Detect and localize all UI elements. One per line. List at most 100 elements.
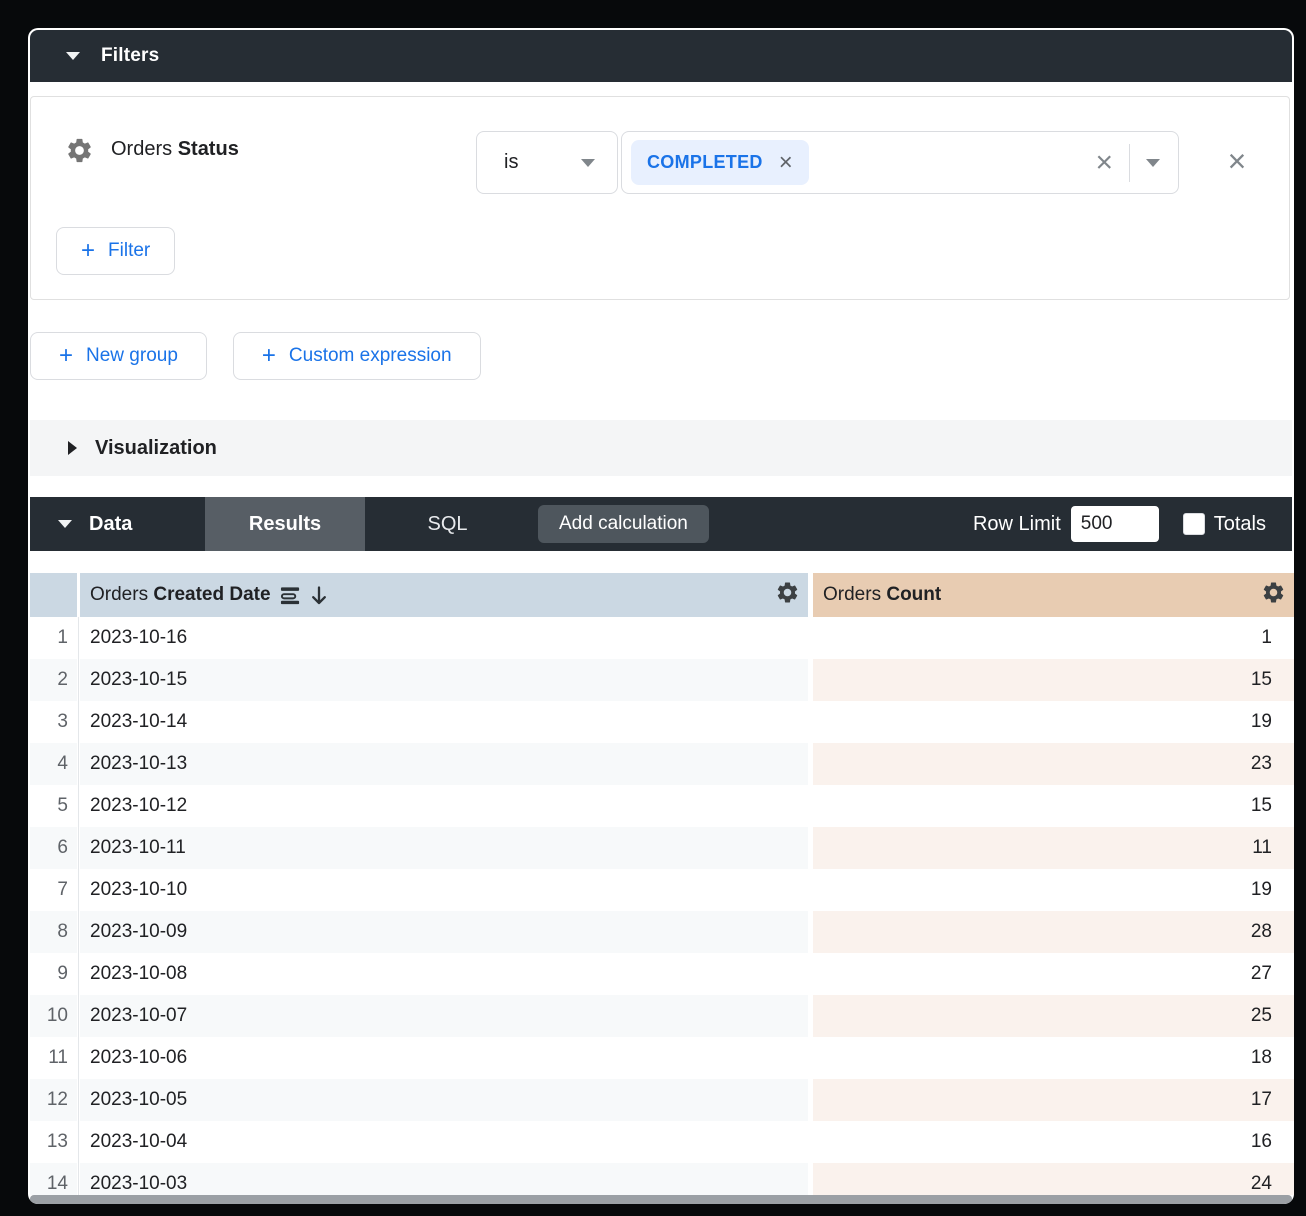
cell-count[interactable]: 1 <box>813 617 1294 659</box>
column-gear-icon[interactable] <box>1261 580 1286 610</box>
cell-count[interactable]: 19 <box>813 701 1294 743</box>
column-header-orders-count[interactable]: Orders Count <box>813 573 1294 617</box>
cell-count[interactable]: 17 <box>813 1079 1294 1121</box>
remove-filter-button[interactable]: × <box>1220 144 1254 178</box>
row-number: 9 <box>30 953 77 995</box>
row-limit-input[interactable] <box>1071 506 1159 542</box>
table-row: 12 2023-10-05 17 <box>30 1079 1294 1121</box>
table-row: 10 2023-10-07 25 <box>30 995 1294 1037</box>
filter-value-chip-label: COMPLETED <box>647 152 763 173</box>
cell-count[interactable]: 27 <box>813 953 1294 995</box>
table-row: 8 2023-10-09 28 <box>30 911 1294 953</box>
row-number: 2 <box>30 659 77 701</box>
new-group-button[interactable]: + New group <box>30 332 207 380</box>
row-number: 3 <box>30 701 77 743</box>
row-number: 4 <box>30 743 77 785</box>
column-label: Orders Count <box>823 584 941 606</box>
filter-operator-select[interactable]: is <box>476 131 618 194</box>
clear-values-icon[interactable]: × <box>1095 148 1113 178</box>
table-row: 7 2023-10-10 19 <box>30 869 1294 911</box>
filters-section-header[interactable]: Filters <box>30 30 1292 82</box>
row-number: 12 <box>30 1079 77 1121</box>
cell-count[interactable]: 25 <box>813 995 1294 1037</box>
column-gear-icon[interactable] <box>775 580 800 610</box>
cell-date[interactable]: 2023-10-04 <box>80 1121 808 1163</box>
filter-value-chip[interactable]: COMPLETED × <box>631 140 809 185</box>
cell-count[interactable]: 24 <box>813 1163 1294 1195</box>
column-divider <box>77 1037 80 1079</box>
chip-remove-icon[interactable]: × <box>779 151 793 175</box>
plus-icon: + <box>262 344 276 368</box>
column-divider <box>77 911 80 953</box>
column-divider <box>77 953 80 995</box>
cell-count[interactable]: 15 <box>813 659 1294 701</box>
cell-date[interactable]: 2023-10-13 <box>80 743 808 785</box>
explore-page: Filters Orders Status is COMPLETED × × <box>28 28 1294 1204</box>
column-divider <box>77 995 80 1037</box>
table-row: 13 2023-10-04 16 <box>30 1121 1294 1163</box>
cell-count[interactable]: 28 <box>813 911 1294 953</box>
cell-count[interactable]: 19 <box>813 869 1294 911</box>
cell-date[interactable]: 2023-10-07 <box>80 995 808 1037</box>
custom-expression-button[interactable]: + Custom expression <box>233 332 481 380</box>
cell-count[interactable]: 15 <box>813 785 1294 827</box>
column-divider <box>77 1079 80 1121</box>
cell-count[interactable]: 23 <box>813 743 1294 785</box>
row-number: 10 <box>30 995 77 1037</box>
row-number: 1 <box>30 617 77 659</box>
value-dropdown-caret-icon[interactable] <box>1146 159 1160 167</box>
row-number-column-header <box>30 573 77 617</box>
add-calculation-button[interactable]: Add calculation <box>538 505 709 543</box>
cell-date[interactable]: 2023-10-15 <box>80 659 808 701</box>
column-divider <box>77 743 80 785</box>
tab-results[interactable]: Results <box>205 497 365 551</box>
column-divider <box>77 617 80 659</box>
row-number: 13 <box>30 1121 77 1163</box>
cell-count[interactable]: 18 <box>813 1037 1294 1079</box>
add-filter-button[interactable]: + Filter <box>56 227 175 275</box>
cell-date[interactable]: 2023-10-05 <box>80 1079 808 1121</box>
tab-sql[interactable]: SQL <box>405 497 490 551</box>
table-row: 2 2023-10-15 15 <box>30 659 1294 701</box>
plus-icon: + <box>81 239 95 263</box>
row-number: 14 <box>30 1163 77 1195</box>
custom-expression-label: Custom expression <box>289 345 452 367</box>
data-section-title: Data <box>89 513 132 536</box>
cell-date[interactable]: 2023-10-08 <box>80 953 808 995</box>
row-number: 11 <box>30 1037 77 1079</box>
totals-label: Totals <box>1214 513 1266 536</box>
row-number: 5 <box>30 785 77 827</box>
column-divider <box>77 701 80 743</box>
column-divider <box>77 1121 80 1163</box>
cell-count[interactable]: 11 <box>813 827 1294 869</box>
visualization-section-header[interactable]: Visualization <box>30 420 1292 476</box>
table-body: 1 2023-10-16 1 2 2023-10-15 15 3 2023-10… <box>30 617 1294 1195</box>
sort-desc-arrow-icon[interactable] <box>309 585 329 606</box>
column-header-orders-created-date[interactable]: Orders Created Date <box>80 573 808 617</box>
column-divider <box>77 869 80 911</box>
filter-field-gear-icon[interactable] <box>65 136 94 170</box>
data-section-header[interactable]: Data Results SQL Add calculation Row Lim… <box>30 497 1292 551</box>
window-frame: Filters Orders Status is COMPLETED × × <box>0 0 1306 1216</box>
cell-date[interactable]: 2023-10-11 <box>80 827 808 869</box>
horizontal-scrollbar[interactable] <box>30 1195 1292 1204</box>
filter-value-input[interactable]: COMPLETED × × <box>621 131 1179 194</box>
filters-collapse-caret-icon[interactable] <box>66 52 80 60</box>
cell-date[interactable]: 2023-10-10 <box>80 869 808 911</box>
cell-date[interactable]: 2023-10-09 <box>80 911 808 953</box>
new-group-label: New group <box>86 345 178 367</box>
cell-date[interactable]: 2023-10-14 <box>80 701 808 743</box>
filter-panel: Orders Status is COMPLETED × × × + <box>30 96 1290 300</box>
totals-checkbox[interactable] <box>1183 513 1205 535</box>
cell-count[interactable]: 16 <box>813 1121 1294 1163</box>
table-row: 14 2023-10-03 24 <box>30 1163 1294 1195</box>
visualization-expand-caret-icon[interactable] <box>68 441 77 455</box>
cell-date[interactable]: 2023-10-06 <box>80 1037 808 1079</box>
cell-date[interactable]: 2023-10-16 <box>80 617 808 659</box>
cell-date[interactable]: 2023-10-12 <box>80 785 808 827</box>
data-collapse-caret-icon[interactable] <box>58 520 72 528</box>
row-limit-label: Row Limit <box>973 513 1061 536</box>
add-filter-label: Filter <box>108 240 150 262</box>
cell-date[interactable]: 2023-10-03 <box>80 1163 808 1195</box>
column-divider <box>77 1163 80 1195</box>
